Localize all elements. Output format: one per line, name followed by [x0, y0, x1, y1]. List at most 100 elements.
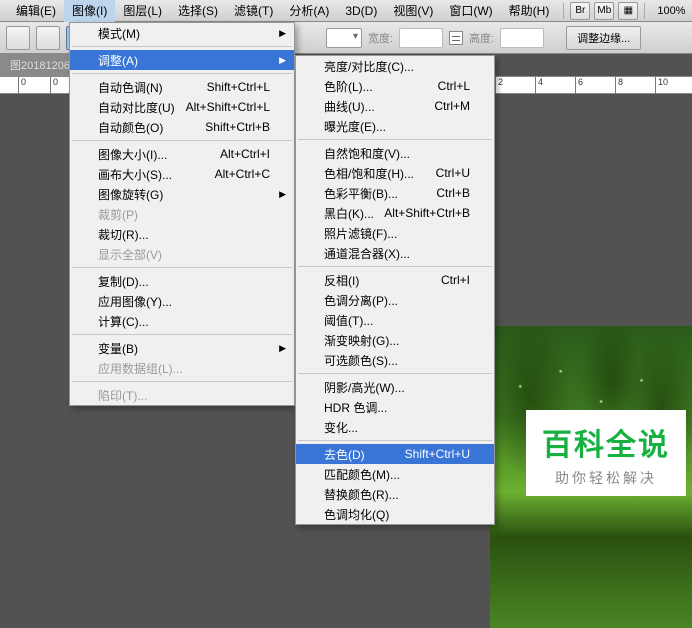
menu-shortcut: Shift+Ctrl+U: [405, 447, 470, 461]
menu-item-label: 应用图像(Y)...: [98, 293, 172, 310]
menu-item-label: 自动颜色(O): [98, 119, 163, 136]
menu-item[interactable]: 自然饱和度(V)...: [296, 143, 494, 163]
ruler-tick: 0: [50, 77, 58, 95]
menu-item[interactable]: 变量(B)▶: [70, 338, 294, 358]
menu-item[interactable]: 照片滤镜(F)...: [296, 223, 494, 243]
menu-item-label: 亮度/对比度(C)...: [324, 58, 414, 75]
menu-item[interactable]: 裁切(R)...: [70, 224, 294, 244]
menu-item[interactable]: 阈值(T)...: [296, 310, 494, 330]
ruler-tick: 10: [655, 77, 668, 95]
menu-item[interactable]: 自动色调(N)Shift+Ctrl+L: [70, 77, 294, 97]
menu-item[interactable]: 色相/饱和度(H)...Ctrl+U: [296, 163, 494, 183]
menu-select[interactable]: 选择(S): [170, 0, 226, 22]
menu-item[interactable]: 阴影/高光(W)...: [296, 377, 494, 397]
menu-item-label: 复制(D)...: [98, 273, 149, 290]
menu-item[interactable]: 图像大小(I)...Alt+Ctrl+I: [70, 144, 294, 164]
menu-window[interactable]: 窗口(W): [441, 0, 500, 22]
menu-item[interactable]: 渐变映射(G)...: [296, 330, 494, 350]
menu-item[interactable]: 黑白(K)...Alt+Shift+Ctrl+B: [296, 203, 494, 223]
menu-item[interactable]: 画布大小(S)...Alt+Ctrl+C: [70, 164, 294, 184]
menu-item[interactable]: 应用图像(Y)...: [70, 291, 294, 311]
menu-item-label: 色相/饱和度(H)...: [324, 165, 414, 182]
menu-item[interactable]: 可选颜色(S)...: [296, 350, 494, 370]
menu-analysis[interactable]: 分析(A): [281, 0, 337, 22]
menu-shortcut: Shift+Ctrl+L: [207, 80, 270, 94]
style-dropdown[interactable]: [326, 28, 362, 48]
menu-item[interactable]: 反相(I)Ctrl+I: [296, 270, 494, 290]
watermark-title: 百科全说: [542, 420, 670, 464]
menu-item[interactable]: 图像旋转(G)▶: [70, 184, 294, 204]
menu-item[interactable]: 模式(M)▶: [70, 23, 294, 43]
ruler-tick: 6: [575, 77, 583, 95]
menu-item[interactable]: 色调均化(Q): [296, 504, 494, 524]
menu-item[interactable]: 自动颜色(O)Shift+Ctrl+B: [70, 117, 294, 137]
menu-item[interactable]: 通道混合器(X)...: [296, 243, 494, 263]
width-field[interactable]: [399, 28, 443, 48]
menu-divider: [72, 267, 292, 268]
height-field[interactable]: [500, 28, 544, 48]
menu-view[interactable]: 视图(V): [385, 0, 441, 22]
menu-edit[interactable]: 编辑(E): [8, 0, 64, 22]
menu-item-label: 裁切(R)...: [98, 226, 149, 243]
menu-divider: [298, 440, 492, 441]
menu-item-label: 曝光度(E)...: [324, 118, 386, 135]
menu-item[interactable]: 色阶(L)...Ctrl+L: [296, 76, 494, 96]
menu-item-label: 变量(B): [98, 340, 138, 357]
menu-item-label: 色阶(L)...: [324, 78, 373, 95]
menu-item[interactable]: 匹配颜色(M)...: [296, 464, 494, 484]
menu-divider: [298, 266, 492, 267]
menu-shortcut: Ctrl+B: [436, 186, 470, 200]
menu-layer[interactable]: 图层(L): [115, 0, 170, 22]
menu-item[interactable]: 亮度/对比度(C)...: [296, 56, 494, 76]
menu-item[interactable]: 变化...: [296, 417, 494, 437]
menu-item[interactable]: 复制(D)...: [70, 271, 294, 291]
menu-item-label: 渐变映射(G)...: [324, 332, 399, 349]
menu-item[interactable]: 计算(C)...: [70, 311, 294, 331]
menu-divider: [72, 334, 292, 335]
menu-image[interactable]: 图像(I): [64, 0, 115, 22]
menu-item[interactable]: 去色(D) Shift+Ctrl+U: [296, 444, 494, 464]
menu-shortcut: Alt+Ctrl+C: [215, 167, 270, 181]
menu-item[interactable]: 调整(A)▶: [70, 50, 294, 70]
menu-item: 显示全部(V): [70, 244, 294, 264]
swap-icon[interactable]: [449, 31, 463, 45]
menu-item[interactable]: 曲线(U)...Ctrl+M: [296, 96, 494, 116]
menu-item-label: 调整(A): [98, 52, 138, 69]
ruler-tick: 4: [535, 77, 543, 95]
menu-item[interactable]: 替换颜色(R)...: [296, 484, 494, 504]
menu-item-label: 陷印(T)...: [98, 387, 147, 404]
menu-divider: [72, 381, 292, 382]
menu-item-label: 自然饱和度(V)...: [324, 145, 410, 162]
height-label: 高度:: [469, 30, 494, 46]
ruler-tick: 8: [615, 77, 623, 95]
menu-item-label: 色调均化(Q): [324, 506, 389, 523]
menu-item-label: 去色(D): [324, 446, 365, 463]
image-menu-dropdown: 模式(M)▶调整(A)▶自动色调(N)Shift+Ctrl+L自动对比度(U)A…: [69, 22, 295, 406]
tool-preset[interactable]: [6, 26, 30, 50]
menu-item-label: 替换颜色(R)...: [324, 486, 399, 503]
menu-item[interactable]: HDR 色调...: [296, 397, 494, 417]
refine-edge-button[interactable]: 调整边缘...: [566, 26, 641, 50]
menu-item: 应用数据组(L)...: [70, 358, 294, 378]
menu-item[interactable]: 色彩平衡(B)...Ctrl+B: [296, 183, 494, 203]
layout-icon[interactable]: ▦: [618, 2, 638, 20]
launcher-icons: Br Mb ▦: [570, 2, 638, 20]
minibridge-icon[interactable]: Mb: [594, 2, 614, 20]
menu-item[interactable]: 曝光度(E)...: [296, 116, 494, 136]
menu-3d[interactable]: 3D(D): [337, 1, 385, 21]
menu-item-label: 色调分离(P)...: [324, 292, 398, 309]
menu-item[interactable]: 色调分离(P)...: [296, 290, 494, 310]
selection-new[interactable]: [36, 26, 60, 50]
separator: [563, 3, 564, 19]
menu-shortcut: Ctrl+I: [441, 273, 470, 287]
menu-filter[interactable]: 滤镜(T): [226, 0, 281, 22]
menu-help[interactable]: 帮助(H): [501, 0, 558, 22]
bridge-icon[interactable]: Br: [570, 2, 590, 20]
menu-item-label: 自动对比度(U): [98, 99, 175, 116]
menu-item-label: 图像旋转(G): [98, 186, 163, 203]
menu-item-label: 变化...: [324, 419, 358, 436]
menu-item[interactable]: 自动对比度(U)Alt+Shift+Ctrl+L: [70, 97, 294, 117]
menu-item-label: 裁剪(P): [98, 206, 138, 223]
menu-item: 裁剪(P): [70, 204, 294, 224]
menu-shortcut: Ctrl+M: [434, 99, 470, 113]
